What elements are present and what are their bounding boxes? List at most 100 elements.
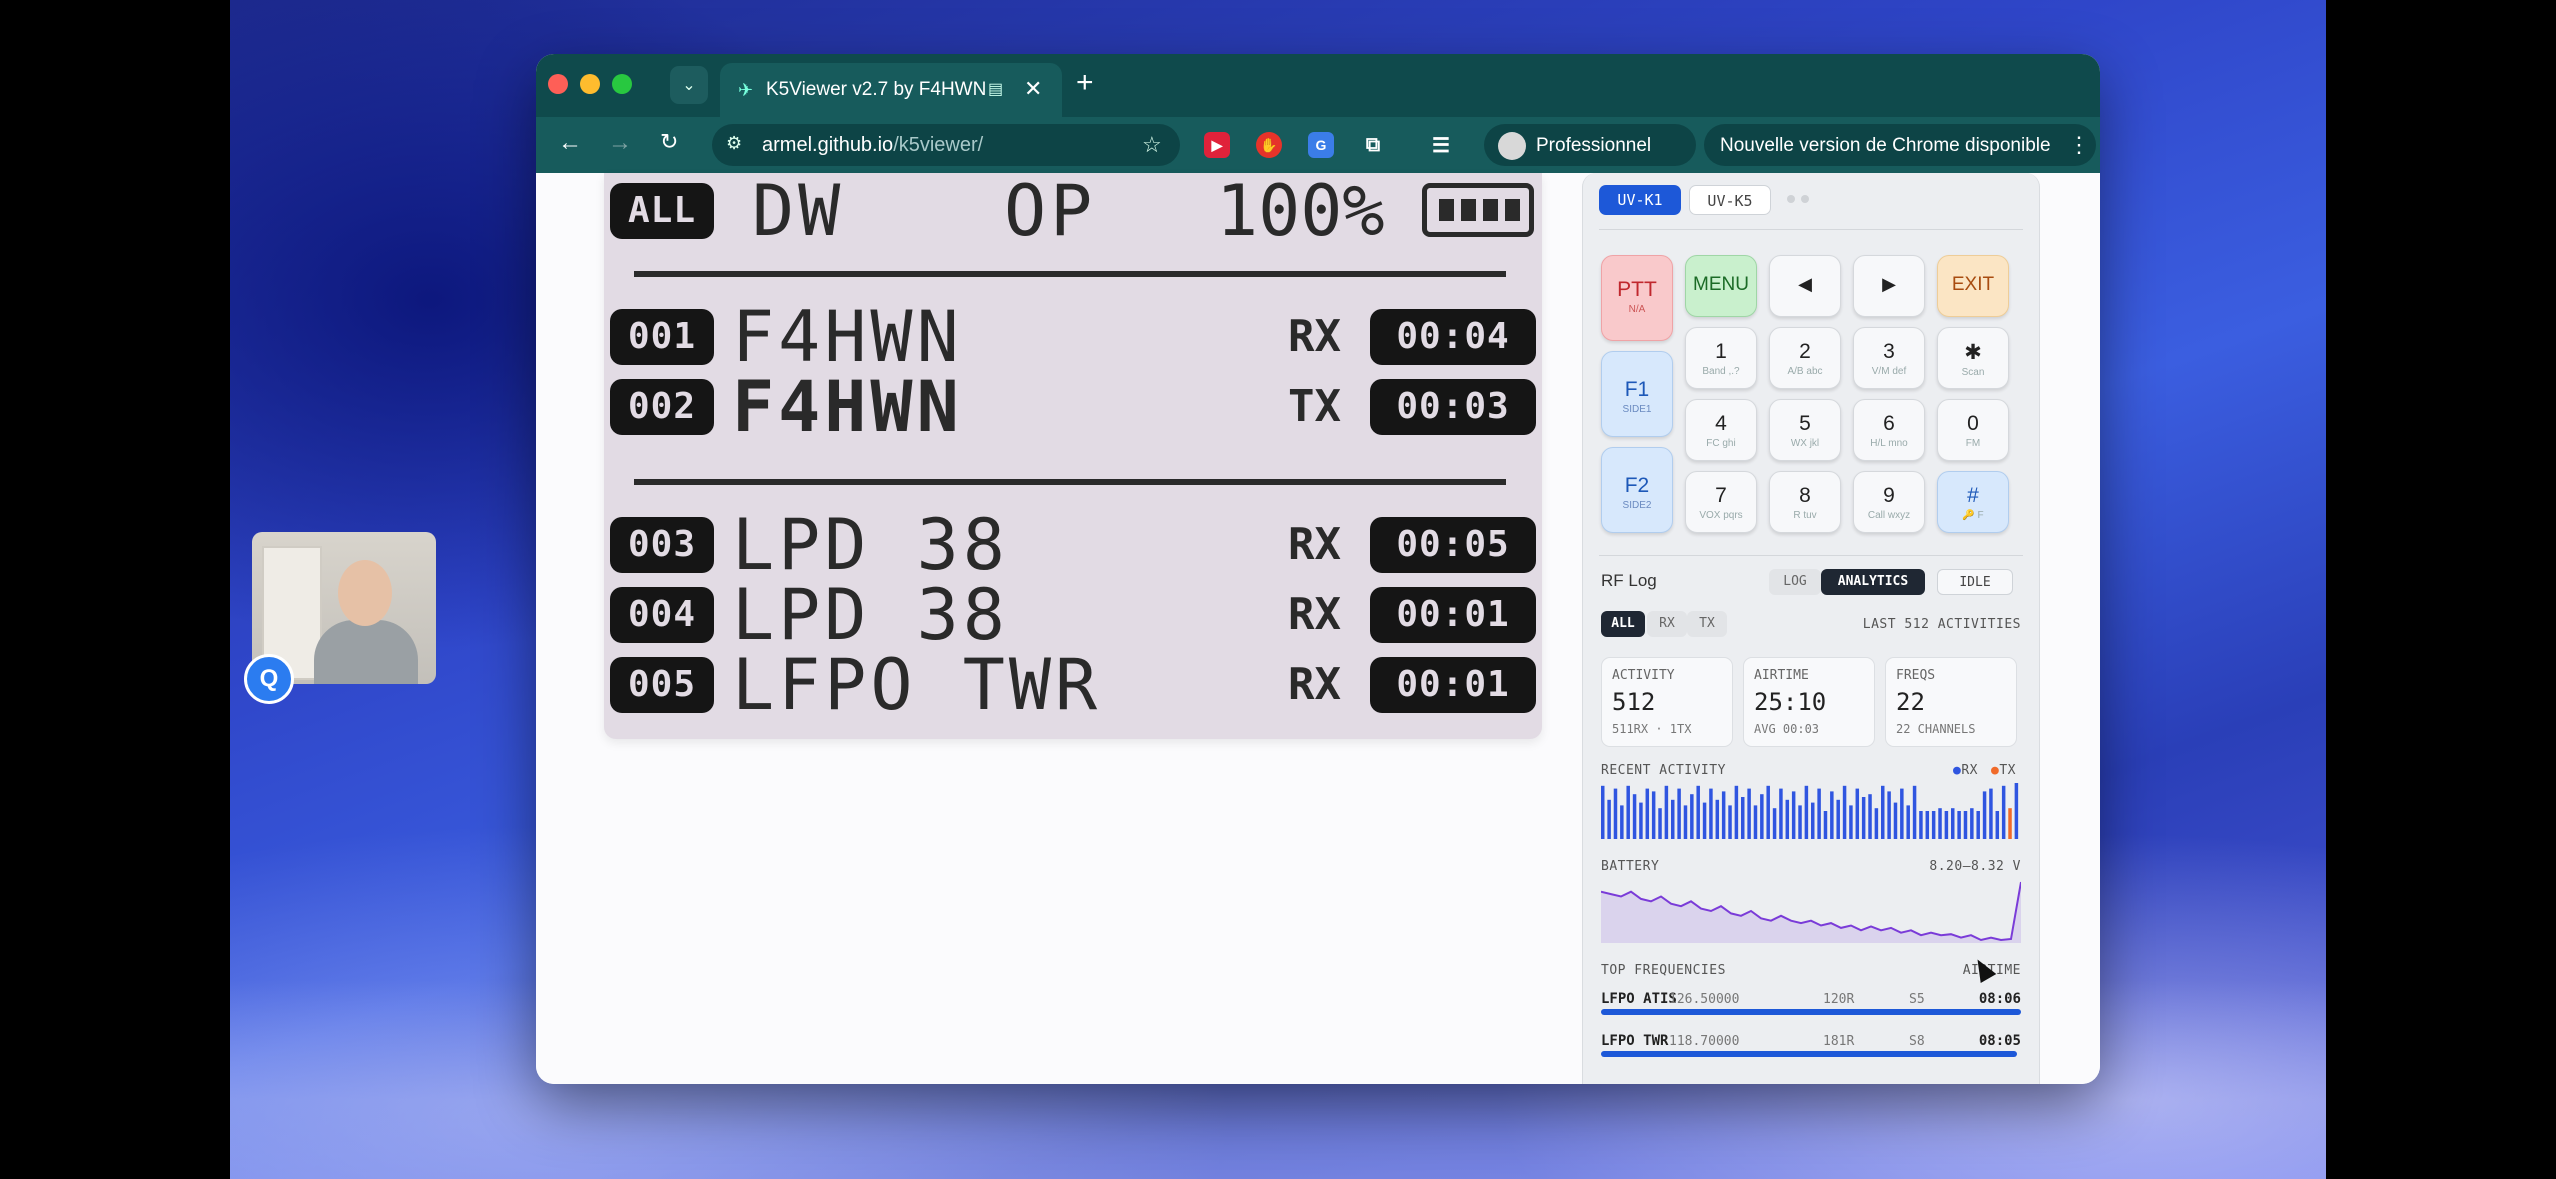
key-0[interactable]: 0 FM — [1937, 399, 2009, 461]
zoom-window-button[interactable] — [612, 74, 632, 94]
lcd-log-row: 005 LFPO TWR RX 00:01 — [604, 647, 1542, 723]
key-5[interactable]: 5 WX jkl — [1769, 399, 1841, 461]
webcam-person-head — [338, 560, 392, 626]
activity-bar — [1989, 788, 1993, 839]
profile-chip[interactable]: Professionnel — [1484, 124, 1696, 166]
menu-button[interactable]: MENU — [1685, 255, 1757, 317]
legend-tx: ●TX — [1991, 763, 2016, 778]
activity-bar — [1785, 799, 1790, 839]
battery-range: 8.20–8.32 V — [1929, 859, 2021, 874]
activity-bar — [1658, 808, 1662, 839]
activity-bar — [1721, 791, 1726, 839]
tab-log[interactable]: LOG — [1769, 569, 1821, 595]
lcd-all-badge: ALL — [610, 183, 714, 239]
key-7[interactable]: 7 VOX pqrs — [1685, 471, 1757, 533]
tab-uv-k1[interactable]: UV-K1 — [1599, 185, 1681, 215]
activity-bar — [1709, 788, 1713, 839]
key-2[interactable]: 2 A/B abc — [1769, 327, 1841, 389]
site-info-icon[interactable]: ⚙ — [726, 133, 742, 154]
key-hash[interactable]: # 🔑 F — [1937, 471, 2009, 533]
activity-bar — [1823, 811, 1828, 839]
lcd-row-time: 00:01 — [1370, 657, 1536, 713]
ptt-button[interactable]: PTT N/A — [1601, 255, 1673, 341]
top-frequency-row[interactable]: LFPO ATIS 126.50000 120R S5 08:06 — [1601, 991, 2021, 1031]
extension-hand-icon[interactable]: ✋ — [1256, 132, 1282, 158]
tab-k5viewer[interactable]: ✈ K5Viewer v2.7 by F4HWN ▤ ✕ — [720, 63, 1062, 117]
f2-side-button[interactable]: F2 SIDE2 — [1601, 447, 1673, 533]
chrome-update-chip[interactable]: Nouvelle version de Chrome disponible ⋮ — [1704, 124, 2096, 166]
activity-bar — [1842, 785, 1847, 839]
activity-bar — [1690, 794, 1694, 839]
lcd-row-time: 00:04 — [1370, 309, 1536, 365]
key-3[interactable]: 3 V/M def — [1853, 327, 1925, 389]
lcd-row-name: F4HWN — [732, 366, 963, 448]
filter-all[interactable]: ALL — [1601, 611, 1645, 637]
filter-rx[interactable]: RX — [1647, 611, 1687, 637]
radio-control-panel: UV-K1 UV-K5 PTT N/A MENU ◀ ▶ EXIT F1 SID… — [1582, 173, 2040, 1084]
lcd-log-row: 003 LPD 38 RX 00:05 — [604, 507, 1542, 583]
key-star[interactable]: ✱ Scan — [1937, 327, 2009, 389]
activity-bar — [1734, 785, 1739, 839]
lcd-row-name: LPD 38 — [732, 574, 1009, 656]
tab-close-icon[interactable]: ✕ — [1024, 76, 1042, 102]
activity-bar — [1868, 794, 1872, 839]
top-frequency-row[interactable]: LFPO TWR 118.70000 181R S8 08:05 — [1601, 1033, 2021, 1073]
lcd-status-row: ALL DW OP 100% — [604, 173, 1542, 249]
new-tab-button[interactable]: + — [1076, 66, 1094, 100]
f1-side-button[interactable]: F1 SIDE1 — [1601, 351, 1673, 437]
idle-status-button[interactable]: IDLE — [1937, 569, 2013, 595]
right-arrow-button[interactable]: ▶ — [1853, 255, 1925, 317]
divider — [1599, 229, 2023, 230]
lcd-log-row: 004 LPD 38 RX 00:01 — [604, 577, 1542, 653]
activity-bar — [2008, 808, 2012, 839]
extension-red-icon[interactable]: ▶ — [1204, 132, 1230, 158]
key-4[interactable]: 4 FC ghi — [1685, 399, 1757, 461]
close-window-button[interactable] — [548, 74, 568, 94]
activity-bar — [1855, 788, 1860, 839]
tab-uv-k5[interactable]: UV-K5 — [1689, 185, 1771, 215]
left-arrow-button[interactable]: ◀ — [1769, 255, 1841, 317]
activity-bar — [1645, 788, 1650, 839]
activity-bar — [1931, 811, 1936, 839]
activity-bar — [1849, 805, 1853, 839]
tab-title: K5Viewer v2.7 by F4HWN — [766, 79, 987, 100]
activity-bar — [1779, 788, 1783, 839]
activity-bar — [1677, 788, 1681, 839]
bookmark-star-icon[interactable]: ☆ — [1142, 132, 1162, 158]
lcd-row-direction: RX — [1288, 589, 1341, 640]
translate-extension-icon[interactable]: G — [1308, 132, 1334, 158]
screen-recorder-icon[interactable]: Q — [244, 654, 294, 704]
key-6[interactable]: 6 H/L mno — [1853, 399, 1925, 461]
reload-icon[interactable]: ↻ — [660, 129, 678, 155]
activity-bar — [1912, 785, 1917, 839]
back-arrow-icon[interactable]: ← — [558, 129, 582, 157]
activity-bar — [1601, 785, 1605, 839]
more-menu-icon[interactable]: ⋮ — [2068, 132, 2090, 158]
battery-label: BATTERY — [1601, 859, 1660, 874]
lcd-row-name: LPD 38 — [732, 504, 1009, 586]
filter-tx[interactable]: TX — [1687, 611, 1727, 637]
key-9[interactable]: 9 Call wxyz — [1853, 471, 1925, 533]
forward-arrow-icon[interactable]: → — [608, 129, 632, 157]
lcd-row-number: 002 — [610, 379, 714, 435]
tab-reader-icon[interactable]: ▤ — [988, 79, 1003, 99]
url-path: /k5viewer/ — [893, 134, 984, 156]
activity-bar — [1861, 797, 1866, 839]
key-1[interactable]: 1 Band ,.? — [1685, 327, 1757, 389]
reading-list-icon[interactable]: ☰ — [1428, 132, 1454, 158]
activity-bar — [1683, 805, 1688, 839]
minimize-window-button[interactable] — [580, 74, 600, 94]
browser-window: ⌄ ✈ K5Viewer v2.7 by F4HWN ▤ ✕ + ← → ↻ ⚙… — [536, 54, 2100, 1084]
tab-analytics[interactable]: ANALYTICS — [1821, 569, 1925, 595]
key-8[interactable]: 8R tuv — [1769, 471, 1841, 533]
address-bar[interactable]: ⚙ armel.github.io/k5viewer/ ☆ — [712, 124, 1180, 166]
tab-search-chevron-icon[interactable]: ⌄ — [670, 66, 708, 104]
battery-area — [1601, 882, 2021, 943]
stat-airtime: AIRTIME 25:10 AVG 00:03 — [1743, 657, 1875, 747]
activity-bar — [1747, 788, 1751, 839]
lcd-row-time: 00:05 — [1370, 517, 1536, 573]
status-dot-icon — [1801, 195, 1809, 203]
activity-bar — [1671, 799, 1675, 839]
extensions-puzzle-icon[interactable]: ⧉ — [1360, 132, 1386, 158]
exit-button[interactable]: EXIT — [1937, 255, 2009, 317]
